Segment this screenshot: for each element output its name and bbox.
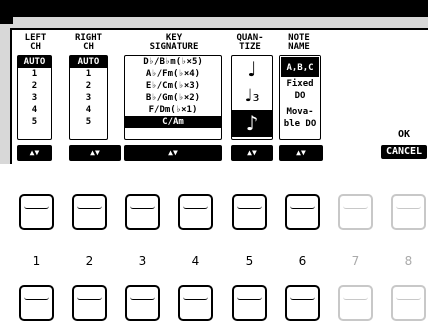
- note-name-list[interactable]: A,B,C Fixed DO Mova- ble DO: [279, 55, 321, 140]
- right-ch-item-1[interactable]: 1: [70, 68, 107, 80]
- upper-button-7[interactable]: [338, 194, 373, 230]
- note-name-title-2: NAME: [288, 42, 310, 52]
- note-name-ble-do-label: ble DO: [283, 119, 317, 129]
- note-name-item-abc[interactable]: A,B,C: [280, 56, 320, 78]
- upper-button-3[interactable]: [125, 194, 160, 230]
- screen-corner: [0, 0, 13, 24]
- key-signature-item-ab[interactable]: A♭/Fm(♭×4): [125, 68, 221, 80]
- lcd-screen: LEFT CH AUTO 1 2 3 4 5 ▲▼ RIGHT CH AUTO …: [0, 0, 428, 164]
- eighth-note-icon[interactable]: ♪: [232, 110, 272, 137]
- cancel-button[interactable]: CANCEL: [381, 145, 427, 159]
- left-ch-item-4[interactable]: 4: [18, 104, 51, 116]
- ok-button[interactable]: OK: [381, 128, 427, 142]
- right-ch-item-5[interactable]: 5: [70, 116, 107, 128]
- right-ch-arrow-button[interactable]: ▲▼: [69, 145, 121, 161]
- key-signature-arrow-button[interactable]: ▲▼: [124, 145, 222, 161]
- upper-button-2[interactable]: [72, 194, 107, 230]
- left-ch-item-3[interactable]: 3: [18, 92, 51, 104]
- lower-button-6[interactable]: [285, 285, 320, 321]
- left-ch-column: LEFT CH: [17, 34, 54, 52]
- key-signature-item-db[interactable]: D♭/B♭m(♭×5): [125, 56, 221, 68]
- button-number-6: 6: [298, 254, 307, 268]
- key-signature-list[interactable]: D♭/B♭m(♭×5) A♭/Fm(♭×4) E♭/Cm(♭×3) B♭/Gm(…: [124, 55, 222, 140]
- key-signature-item-eb[interactable]: E♭/Cm(♭×3): [125, 80, 221, 92]
- right-ch-item-auto[interactable]: AUTO: [70, 56, 107, 68]
- right-ch-column: RIGHT CH: [70, 34, 107, 52]
- key-signature-column: KEY SIGNATURE: [124, 34, 224, 52]
- button-number-5: 5: [245, 254, 254, 268]
- left-ch-arrow-button[interactable]: ▲▼: [17, 145, 52, 161]
- note-name-fixed-label: Fixed: [286, 79, 314, 89]
- lower-button-4[interactable]: [178, 285, 213, 321]
- note-name-item-movable-do[interactable]: Mova- ble DO: [280, 106, 320, 134]
- quantize-column: QUAN- TIZE: [228, 34, 272, 52]
- triplet-quarter-note-icon[interactable]: ♩₃: [232, 83, 272, 110]
- right-ch-item-2[interactable]: 2: [70, 80, 107, 92]
- note-name-item-fixed-do[interactable]: Fixed DO: [280, 78, 320, 106]
- button-number-8: 8: [404, 254, 413, 268]
- upper-button-6[interactable]: [285, 194, 320, 230]
- left-ch-title-2: CH: [30, 42, 41, 52]
- lower-button-1[interactable]: [19, 285, 54, 321]
- right-ch-list[interactable]: AUTO 1 2 3 4 5: [69, 55, 108, 140]
- left-ch-item-5[interactable]: 5: [18, 116, 51, 128]
- note-name-mova-label: Mova-: [286, 107, 314, 117]
- button-number-1: 1: [32, 254, 41, 268]
- key-signature-title-2: SIGNATURE: [149, 42, 199, 52]
- lower-button-5[interactable]: [232, 285, 267, 321]
- upper-button-1[interactable]: [19, 194, 54, 230]
- left-ch-item-2[interactable]: 2: [18, 80, 51, 92]
- note-name-column: NOTE NAME: [278, 34, 320, 52]
- left-ch-item-1[interactable]: 1: [18, 68, 51, 80]
- key-signature-item-bb[interactable]: B♭/Gm(♭×2): [125, 92, 221, 104]
- screen-top-bar: [0, 0, 428, 17]
- upper-button-8[interactable]: [391, 194, 426, 230]
- button-number-7: 7: [351, 254, 360, 268]
- quantize-title-2: TIZE: [239, 42, 261, 52]
- lower-button-2[interactable]: [72, 285, 107, 321]
- quarter-note-icon[interactable]: ♩: [232, 56, 272, 83]
- lower-button-8[interactable]: [391, 285, 426, 321]
- quantize-arrow-button[interactable]: ▲▼: [231, 145, 273, 161]
- upper-button-5[interactable]: [232, 194, 267, 230]
- button-number-4: 4: [191, 254, 200, 268]
- quantize-list[interactable]: ♩ ♩₃ ♪: [231, 55, 273, 140]
- note-name-arrow-button[interactable]: ▲▼: [279, 145, 323, 161]
- key-signature-item-c[interactable]: C/Am: [125, 116, 221, 128]
- right-ch-item-3[interactable]: 3: [70, 92, 107, 104]
- upper-button-4[interactable]: [178, 194, 213, 230]
- note-name-do-label: DO: [294, 91, 306, 101]
- button-number-2: 2: [85, 254, 94, 268]
- lower-button-7[interactable]: [338, 285, 373, 321]
- key-signature-item-f[interactable]: F/Dm(♭×1): [125, 104, 221, 116]
- left-ch-item-auto[interactable]: AUTO: [18, 56, 51, 68]
- button-number-3: 3: [138, 254, 147, 268]
- right-ch-title-2: CH: [83, 42, 94, 52]
- left-ch-list[interactable]: AUTO 1 2 3 4 5: [17, 55, 52, 140]
- right-ch-item-4[interactable]: 4: [70, 104, 107, 116]
- lower-button-3[interactable]: [125, 285, 160, 321]
